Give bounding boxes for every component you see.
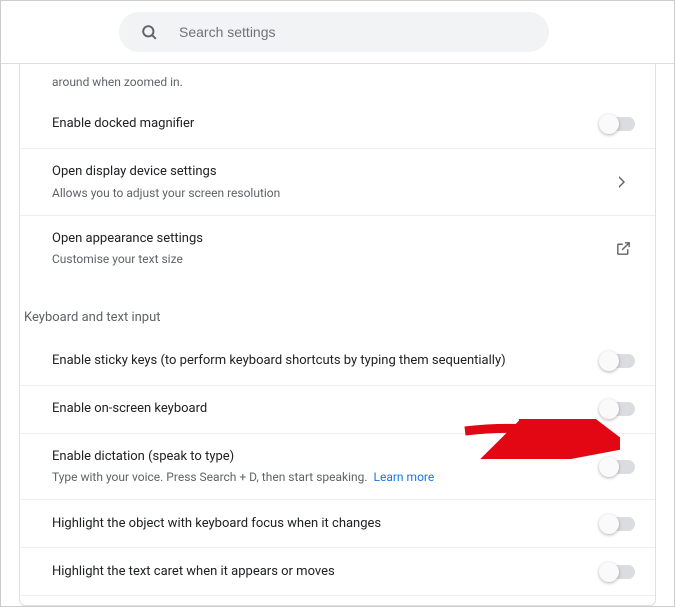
row-onscreen-keyboard[interactable]: Enable on-screen keyboard (20, 385, 655, 433)
onscreen-keyboard-toggle[interactable] (601, 402, 635, 416)
dictation-toggle[interactable] (601, 460, 635, 474)
chevron-right-icon (611, 176, 635, 188)
search-input[interactable] (179, 24, 539, 40)
row-dictation[interactable]: Enable dictation (speak to type) Type wi… (20, 433, 655, 500)
highlight-caret-title: Highlight the text caret when it appears… (52, 563, 583, 581)
prev-setting-subtitle: around when zoomed in. (52, 74, 635, 90)
highlight-focus-toggle[interactable] (601, 517, 635, 531)
row-highlight-caret[interactable]: Highlight the text caret when it appears… (20, 547, 655, 595)
dictation-title: Enable dictation (speak to type) (52, 448, 583, 466)
search-container[interactable] (119, 12, 549, 52)
settings-content: around when zoomed in. Enable docked mag… (1, 64, 674, 606)
sticky-keys-title: Enable sticky keys (to perform keyboard … (52, 352, 583, 370)
sticky-keys-toggle[interactable] (601, 354, 635, 368)
appearance-settings-subtitle: Customise your text size (52, 251, 593, 267)
row-appearance-settings[interactable]: Open appearance settings Customise your … (20, 215, 655, 282)
display-settings-subtitle: Allows you to adjust your screen resolut… (52, 185, 593, 201)
row-display-settings[interactable]: Open display device settings Allows you … (20, 148, 655, 215)
row-text-cursor[interactable]: Navigate pages with a text cursor To tur… (20, 595, 655, 606)
search-bar (1, 1, 674, 64)
settings-card: around when zoomed in. Enable docked mag… (19, 64, 656, 606)
prev-setting-truncated: around when zoomed in. (20, 64, 655, 100)
section-keyboard-header: Keyboard and text input (20, 282, 655, 337)
row-sticky-keys[interactable]: Enable sticky keys (to perform keyboard … (20, 337, 655, 385)
onscreen-keyboard-title: Enable on-screen keyboard (52, 400, 583, 418)
appearance-settings-title: Open appearance settings (52, 230, 593, 248)
open-external-icon (611, 240, 635, 257)
row-highlight-focus[interactable]: Highlight the object with keyboard focus… (20, 499, 655, 547)
docked-magnifier-toggle[interactable] (601, 117, 635, 131)
dictation-subtitle: Type with your voice. Press Search + D, … (52, 469, 583, 485)
display-settings-title: Open display device settings (52, 163, 593, 181)
highlight-focus-title: Highlight the object with keyboard focus… (52, 515, 583, 533)
highlight-caret-toggle[interactable] (601, 565, 635, 579)
row-docked-magnifier[interactable]: Enable docked magnifier (20, 100, 655, 148)
dictation-learn-more-link[interactable]: Learn more (374, 470, 435, 484)
search-icon (137, 23, 161, 42)
docked-magnifier-title: Enable docked magnifier (52, 115, 583, 133)
